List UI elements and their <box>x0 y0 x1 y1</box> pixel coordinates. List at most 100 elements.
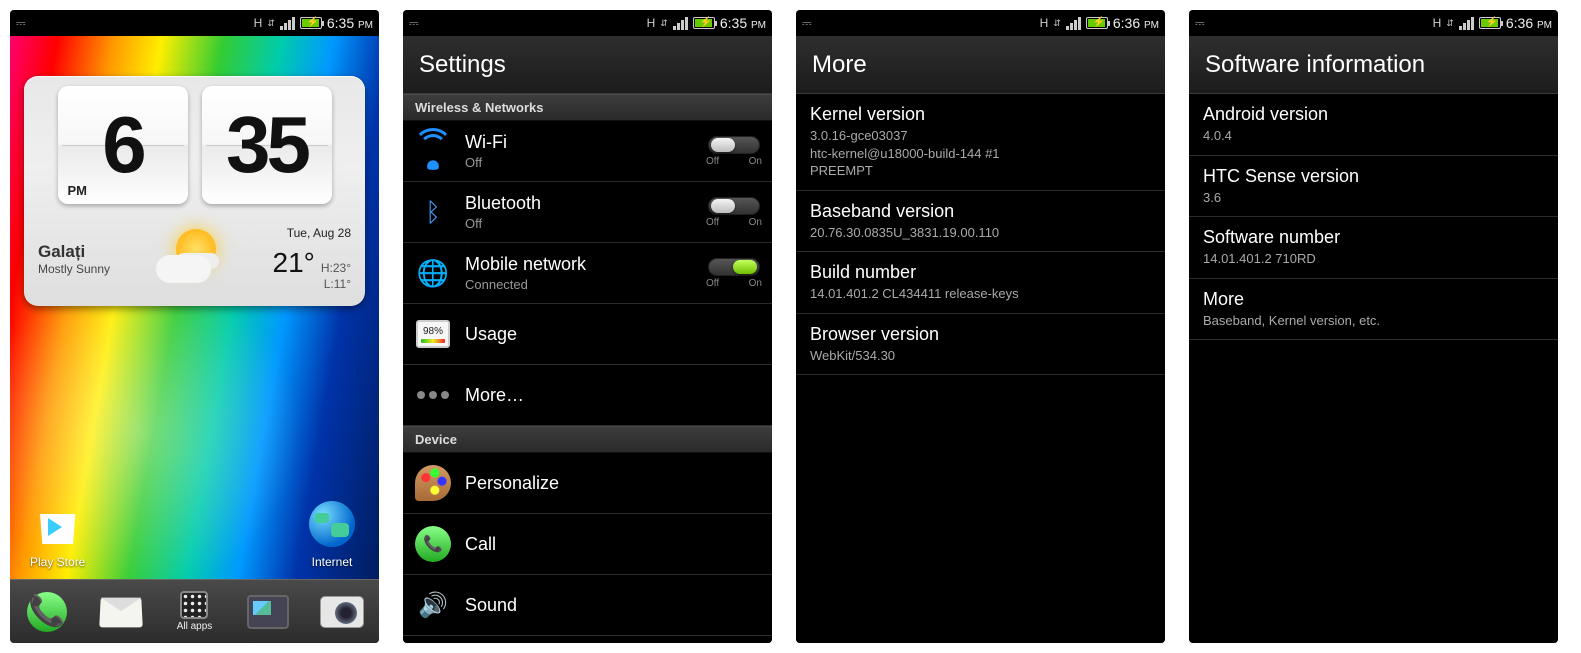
battery-icon: ⚡ <box>300 17 322 29</box>
battery-icon: ⚡ <box>693 17 715 29</box>
network-h-icon: H <box>1433 16 1442 30</box>
clock-hour-card: 6 PM <box>58 86 188 204</box>
info-sub: 4.0.4 <box>1203 127 1544 145</box>
personalize-label: Personalize <box>465 473 762 494</box>
status-bar[interactable]: ⎓ H ⇵ ⚡ 6:36 PM <box>1189 10 1558 36</box>
globe-icon <box>305 497 359 551</box>
signal-icon <box>280 16 295 30</box>
dock-mail[interactable] <box>96 587 146 637</box>
palette-icon <box>415 465 451 501</box>
row-call[interactable]: 📞 Call <box>403 514 772 575</box>
row-usage[interactable]: 98% Usage <box>403 304 772 365</box>
app-internet-label: Internet <box>312 555 353 569</box>
usb-icon: ⎓ <box>1195 16 1205 31</box>
dock-all-apps-label: All apps <box>177 621 213 632</box>
list-item[interactable]: Android version 4.0.4 <box>1189 94 1558 156</box>
signal-icon <box>1066 16 1081 30</box>
network-h-icon: H <box>647 16 656 30</box>
list-item[interactable]: Kernel version 3.0.16-gce03037 htc-kerne… <box>796 94 1165 191</box>
page-title: More <box>796 36 1165 94</box>
info-sub: WebKit/534.30 <box>810 347 1151 365</box>
list-item[interactable]: Build number 14.01.401.2 CL434411 releas… <box>796 252 1165 314</box>
weather-temp: 21° <box>273 244 315 282</box>
status-bar[interactable]: ⎓ H ⇵ ⚡ 6:35 PM <box>10 10 379 36</box>
weather-low: L:11° <box>321 276 351 292</box>
row-bluetooth[interactable]: ᛒ Bluetooth Off OffOn <box>403 182 772 243</box>
mobile-network-label: Mobile network <box>465 254 694 275</box>
status-bar[interactable]: ⎓ H ⇵ ⚡ 6:36 PM <box>796 10 1165 36</box>
info-title: Baseband version <box>810 201 1151 222</box>
dock-phone[interactable]: 📞 <box>22 587 72 637</box>
call-label: Call <box>465 534 762 555</box>
status-time: 6:36 PM <box>1506 15 1552 31</box>
info-list-more[interactable]: Kernel version 3.0.16-gce03037 htc-kerne… <box>796 94 1165 643</box>
usb-icon: ⎓ <box>802 16 812 31</box>
list-item[interactable]: Browser version WebKit/534.30 <box>796 314 1165 376</box>
more-label: More… <box>465 385 762 406</box>
mobile-network-toggle[interactable]: OffOn <box>706 258 762 289</box>
info-sub: Baseband, Kernel version, etc. <box>1203 312 1544 330</box>
status-time: 6:35 PM <box>720 15 766 31</box>
row-wifi[interactable]: Wi-Fi Off OffOn <box>403 121 772 182</box>
weather-city: Galați <box>38 242 110 262</box>
wifi-toggle[interactable]: OffOn <box>706 136 762 167</box>
row-mobile-network[interactable]: 🌐 Mobile network Connected OffOn <box>403 243 772 304</box>
signal-icon <box>673 16 688 30</box>
weather-date: Tue, Aug 28 <box>273 225 352 241</box>
data-arrows-icon: ⇵ <box>267 18 275 29</box>
clock-minute-card: 35 <box>202 86 332 204</box>
bluetooth-label: Bluetooth <box>465 193 694 214</box>
weather-high: H:23° <box>321 260 351 276</box>
list-item[interactable]: HTC Sense version 3.6 <box>1189 156 1558 218</box>
mobile-network-sublabel: Connected <box>465 277 694 292</box>
screen-home: ⎓ H ⇵ ⚡ 6:35 PM 6 PM 35 Galați <box>10 10 379 643</box>
wifi-icon <box>414 132 452 170</box>
network-h-icon: H <box>254 16 263 30</box>
status-bar[interactable]: ⎓ H ⇵ ⚡ 6:35 PM <box>403 10 772 36</box>
battery-icon: ⚡ <box>1086 17 1108 29</box>
screen-settings: ⎓ H ⇵ ⚡ 6:35 PM Settings Wireless & Netw… <box>403 10 772 643</box>
settings-list[interactable]: Wireless & Networks Wi-Fi Off OffOn ᛒ Bl… <box>403 94 772 643</box>
list-item[interactable]: More Baseband, Kernel version, etc. <box>1189 279 1558 341</box>
status-time: 6:36 PM <box>1113 15 1159 31</box>
clock-weather-widget[interactable]: 6 PM 35 Galați Mostly Sunny Tue, Aug 28 <box>24 76 365 306</box>
section-wireless: Wireless & Networks <box>403 94 772 121</box>
status-time: 6:35 PM <box>327 15 373 31</box>
signal-icon <box>1459 16 1474 30</box>
clock-ampm: PM <box>68 183 88 198</box>
list-item[interactable]: Software number 14.01.401.2 710RD <box>1189 217 1558 279</box>
call-icon: 📞 <box>415 526 451 562</box>
page-title: Software information <box>1189 36 1558 94</box>
info-list-swinfo[interactable]: Android version 4.0.4 HTC Sense version … <box>1189 94 1558 643</box>
bluetooth-toggle[interactable]: OffOn <box>706 197 762 228</box>
usage-label: Usage <box>465 324 762 345</box>
screen-software-info: ⎓ H ⇵ ⚡ 6:36 PM Software information And… <box>1189 10 1558 643</box>
app-play-store-label: Play Store <box>30 555 85 569</box>
row-sound[interactable]: 🔊 Sound <box>403 575 772 636</box>
mobile-network-icon: 🌐 <box>414 254 452 292</box>
speaker-icon: 🔊 <box>414 586 452 624</box>
dock-all-apps[interactable]: All apps <box>169 587 219 637</box>
bluetooth-sublabel: Off <box>465 216 694 231</box>
dock-camera[interactable] <box>317 587 367 637</box>
info-title: Software number <box>1203 227 1544 248</box>
sound-label: Sound <box>465 595 762 616</box>
app-play-store[interactable]: Play Store <box>30 497 85 569</box>
play-store-icon <box>31 497 85 551</box>
row-personalize[interactable]: Personalize <box>403 453 772 514</box>
weather-sunny-icon <box>146 229 236 289</box>
row-more[interactable]: More… <box>403 365 772 426</box>
clock-minute: 35 <box>226 99 307 191</box>
info-title: Browser version <box>810 324 1151 345</box>
camera-icon <box>320 596 364 628</box>
network-h-icon: H <box>1040 16 1049 30</box>
app-internet[interactable]: Internet <box>305 497 359 569</box>
list-item[interactable]: Baseband version 20.76.30.0835U_3831.19.… <box>796 191 1165 253</box>
homescreen[interactable]: 6 PM 35 Galați Mostly Sunny Tue, Aug 28 <box>10 36 379 643</box>
section-device: Device <box>403 426 772 453</box>
data-arrows-icon: ⇵ <box>1446 18 1454 29</box>
gallery-icon <box>247 595 289 629</box>
dock-gallery[interactable] <box>243 587 293 637</box>
info-sub: 14.01.401.2 710RD <box>1203 250 1544 268</box>
data-arrows-icon: ⇵ <box>1053 18 1061 29</box>
